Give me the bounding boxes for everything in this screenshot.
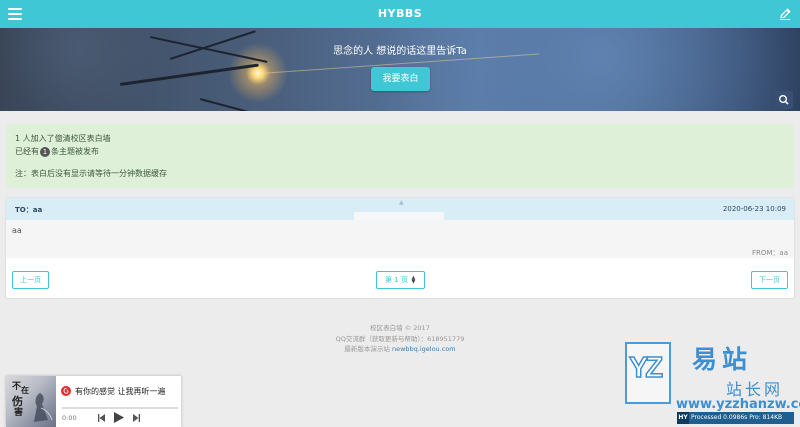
watermark-logo-letters: YZ (628, 351, 664, 385)
processing-stats-badge: HY Processed 0.0986s Pro: 814KB (677, 412, 794, 424)
footer-qq-group: QQ交流群（获取更新与帮助）：618951779 (335, 334, 465, 343)
page-footer: 校区表白墙 © 2017 QQ交流群（获取更新与帮助）：618951779 最新… (0, 323, 800, 355)
branch-silhouette (119, 63, 259, 86)
prev-page-button[interactable]: 上一页 (12, 271, 49, 289)
search-icon (778, 94, 789, 105)
post-count-prefix: 已经有 (15, 147, 39, 156)
post-count-badge: 1 (40, 146, 50, 157)
song-title: 有你的感觉 让我再听一遍 (75, 387, 166, 396)
watermark-logo-box: YZ (625, 342, 671, 404)
chevron-up-icon[interactable]: ▲ (399, 199, 404, 206)
confession-post-card: TO：aa 2020-06-23 10:09 ▲ aa FROM：aa 上一页 … (6, 198, 794, 298)
branch-silhouette (199, 98, 278, 111)
music-player: 不 在 伤 害 有你的感觉 让我再听一遍 0:00 (6, 376, 181, 427)
hy-badge: HY (677, 412, 689, 424)
cover-char: 不 (12, 382, 22, 392)
page-select-label: 第 1 页 (385, 276, 408, 284)
notice-panel: 1 人加入了億清校区表白墙 已经有 1 条主题被发布 注：表白后没有显示请等待一… (6, 124, 794, 188)
footer-demo-line: 最新版本演示站 newbbq.igelou.com (0, 344, 800, 355)
post-count-line: 已经有 1 条主题被发布 (15, 146, 99, 157)
cover-char: 害 (14, 408, 24, 418)
post-body: aa FROM：aa (6, 220, 794, 258)
skip-back-icon[interactable] (98, 414, 105, 424)
cover-figure-illustration (34, 393, 53, 422)
post-recipient: TO：aa (15, 206, 43, 214)
footer-copyright: 校区表白墙 © 2017 (370, 324, 430, 332)
footer-demo-link[interactable]: newbbq.igelou.com (392, 345, 456, 353)
page-select[interactable]: 第 1 页 ▲ ▼ (376, 271, 425, 289)
skip-forward-icon[interactable] (133, 414, 140, 424)
netease-music-icon (61, 386, 71, 396)
search-button[interactable] (775, 91, 793, 109)
up-down-arrows-icon: ▲ ▼ (411, 275, 416, 285)
hero-headline: 思念的人 想说的话这里告诉Ta (333, 46, 467, 57)
playback-time: 0:00 (62, 414, 77, 422)
footer-demo-label: 最新版本演示站 (344, 345, 390, 353)
post-header: TO：aa 2020-06-23 10:09 ▲ (6, 198, 794, 221)
post-sender: FROM：aa (751, 249, 788, 257)
play-icon[interactable] (114, 412, 124, 425)
top-navbar: HYBBS (0, 0, 800, 28)
confess-button[interactable]: 我要表白 (371, 67, 430, 91)
pencil-icon[interactable] (778, 7, 792, 21)
post-date: 2020-06-23 10:09 (722, 205, 786, 213)
site-title[interactable]: HYBBS (0, 7, 800, 20)
post-count-suffix: 条主题被发布 (51, 147, 99, 156)
processing-stats-text: Processed 0.0986s Pro: 814KB (691, 414, 783, 421)
post-content: aa (12, 226, 22, 235)
playback-progress-bar[interactable] (62, 407, 178, 409)
hero-banner: 思念的人 想说的话这里告诉Ta 我要表白 (0, 28, 800, 111)
watermark-site-name: 易站 (692, 345, 753, 374)
cache-note: 注：表白后没有显示请等待一分钟数据缓存 (15, 169, 167, 178)
member-count-text: 1 人加入了億清校区表白墙 (15, 134, 111, 143)
watermark-url: www.yzzhanzw.com (676, 397, 800, 412)
next-page-button[interactable]: 下一页 (751, 271, 788, 289)
album-cover[interactable]: 不 在 伤 害 (6, 376, 56, 427)
